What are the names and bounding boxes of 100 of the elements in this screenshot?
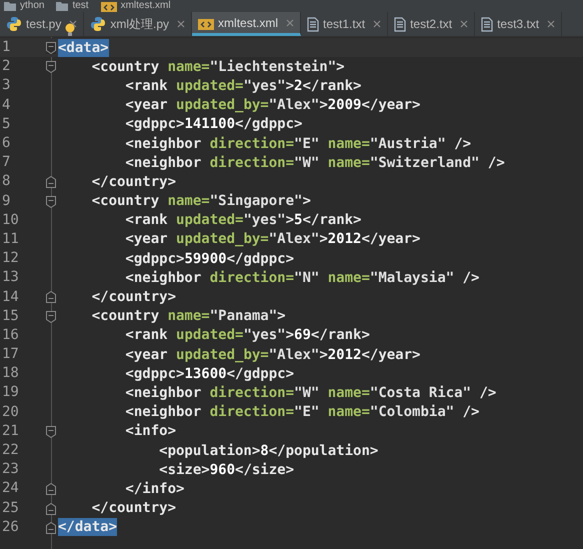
code-token: </size> [235, 460, 294, 479]
code-token: </country> [90, 288, 176, 306]
code-token: 69 [294, 326, 311, 344]
code-token: </gdppc> [235, 115, 302, 134]
code-token: > [286, 76, 294, 95]
fold-marker-icon[interactable] [46, 291, 56, 304]
line-number: 9 [1, 192, 12, 211]
fold-marker-icon[interactable] [46, 502, 56, 514]
close-icon[interactable] [460, 20, 468, 28]
line-number: 19 [1, 383, 20, 402]
close-icon[interactable] [373, 20, 382, 28]
text-file-icon [394, 16, 406, 32]
line-number: 10 [1, 210, 20, 230]
code-token: </country> [90, 499, 176, 518]
code-token: </gdppc> [226, 250, 294, 268]
python-icon [90, 16, 106, 32]
code-token: </year> [361, 96, 420, 114]
fold-marker-icon[interactable] [46, 426, 56, 438]
code-token: </gdppc> [226, 364, 294, 383]
matched-tag: </data> [58, 518, 118, 536]
line-number: 11 [1, 230, 20, 249]
line-number: 25 [1, 498, 20, 518]
code-token: /> [462, 403, 480, 422]
code-token: "W" [294, 154, 320, 172]
code-token: <neighbor [124, 134, 202, 153]
fold-marker-icon[interactable] [46, 483, 56, 496]
file-tab[interactable]: test3.txt [475, 12, 562, 36]
breadcrumb-item[interactable]: xmltest.xml [120, 1, 171, 11]
code-token: <size> [158, 460, 210, 479]
fold-marker-icon[interactable] [46, 522, 56, 534]
fold-marker-icon[interactable] [46, 196, 56, 208]
code-token: <gdppc> [124, 364, 184, 383]
close-icon[interactable] [177, 20, 186, 28]
close-icon[interactable] [69, 20, 78, 28]
matched-tag: <data> [58, 38, 109, 57]
code-token: <rank [124, 326, 169, 344]
code-token: > [286, 211, 294, 230]
line-number: 2 [1, 57, 12, 76]
code-token: <country [90, 307, 160, 326]
line-number: 18 [1, 364, 20, 384]
code-token: 59900 [184, 250, 227, 268]
fold-marker-icon[interactable] [46, 42, 56, 54]
code-token: > [302, 192, 311, 210]
code-token: "W" [294, 384, 320, 402]
code-token: 2012 [328, 346, 362, 364]
code-token: </year> [361, 230, 420, 248]
code-token: updated= [176, 326, 244, 344]
code-token: 8 [260, 442, 269, 460]
file-tab[interactable]: test2.txt [388, 12, 476, 36]
code-token: name= [328, 268, 370, 287]
lightbulb-icon[interactable] [64, 23, 76, 37]
line-number: 13 [1, 268, 20, 288]
code-token: name= [168, 192, 210, 210]
code-token: <neighbor [124, 154, 202, 172]
breadcrumb-item[interactable]: test [72, 1, 89, 11]
code-token: updated_by= [176, 230, 269, 248]
code-token: <gdppc> [124, 115, 184, 134]
code-token: > [286, 326, 294, 344]
code-token: "Alex" [268, 346, 320, 364]
code-token: 2 [294, 76, 302, 95]
code-token: "Colombia" [370, 403, 456, 422]
line-number: 21 [1, 422, 20, 441]
code-token: /> [462, 268, 480, 287]
line-number: 15 [1, 306, 20, 326]
file-tab[interactable]: test1.txt [301, 12, 388, 36]
line-number: 4 [1, 96, 12, 115]
code-token: name= [328, 403, 370, 422]
line-number: 14 [1, 288, 20, 307]
code-token: "yes" [243, 211, 286, 230]
code-token: > [277, 307, 286, 326]
line-number: 23 [1, 460, 20, 480]
code-token: <gdppc> [124, 250, 184, 268]
code-token: /> [488, 154, 505, 172]
fold-marker-icon[interactable] [46, 176, 56, 188]
code-token: "E" [294, 403, 320, 422]
code-token: updated_by= [176, 346, 269, 364]
code-token: <population> [158, 442, 260, 460]
code-token: 13600 [184, 364, 227, 383]
fold-marker-icon[interactable] [46, 310, 56, 323]
code-token: "E" [294, 134, 320, 153]
code-token: 960 [210, 460, 236, 479]
line-number: 6 [1, 134, 12, 154]
tab-label: test2.txt [410, 16, 452, 33]
code-token: > [319, 346, 328, 364]
code-token: > [319, 230, 328, 248]
line-number: 5 [1, 114, 12, 134]
code-token: "Liechtenstein" [210, 58, 336, 76]
close-icon[interactable] [547, 20, 556, 28]
fold-marker-icon[interactable] [46, 61, 56, 74]
code-token: </year> [361, 346, 420, 364]
code-token: <info> [124, 422, 176, 440]
breadcrumb-item[interactable]: ython [20, 1, 44, 11]
code-token: name= [328, 134, 370, 153]
line-number: 12 [1, 249, 20, 268]
code-token: direction= [210, 154, 294, 172]
python-icon [6, 16, 22, 32]
code-token: 141100 [184, 115, 236, 134]
code-token: </population> [268, 442, 378, 460]
file-tab[interactable]: xmltest.xml [192, 12, 302, 36]
code-token: <country [90, 58, 160, 76]
